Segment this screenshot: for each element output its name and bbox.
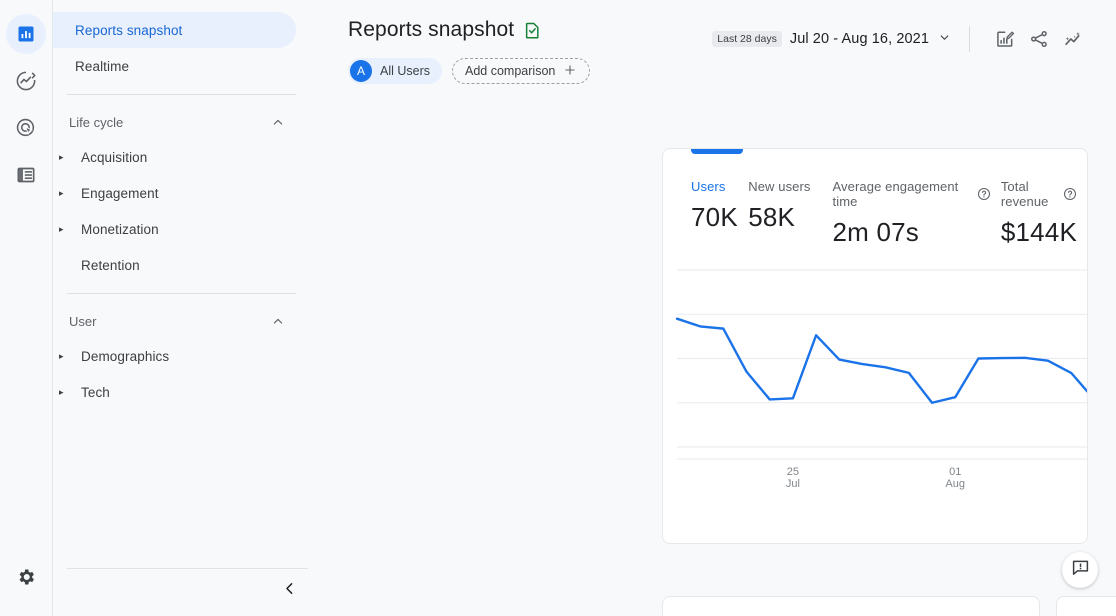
svg-text:Jul: Jul [786,478,800,490]
metric-label: New users [748,179,822,194]
icon-rail [0,0,52,616]
caret-right-icon: ▸ [59,153,73,162]
analytics-app: Reports snapshot Realtime Life cycle ▸ A… [0,0,1116,616]
plus-icon [563,63,577,80]
sidebar-item-label: Reports snapshot [75,23,182,38]
caret-right-icon: ▸ [59,225,73,234]
metric-label: Users [691,179,738,194]
sidebar-item-label: Demographics [81,349,169,364]
comparison-chips-row: A All Users Add comparison [348,58,712,84]
sidebar-item-engagement[interactable]: ▸ Engagement [53,175,296,211]
all-users-chip[interactable]: A All Users [348,58,442,84]
sidebar-item-label: Acquisition [81,150,147,165]
customize-report-icon[interactable] [990,24,1020,54]
sidebar-divider-1 [67,94,296,95]
collapse-nav-button[interactable] [276,578,302,604]
metric-value: 70K [691,202,738,233]
header-toolbar: Last 28 days Jul 20 - Aug 16, 2021 [712,18,1088,54]
metric-label-text: Total revenue [1001,179,1057,209]
date-range-badge: Last 28 days [712,31,782,47]
advertising-target-icon [15,117,37,139]
caret-right-icon: ▸ [59,352,73,361]
configure-list-icon [16,165,36,185]
svg-text:Aug: Aug [945,478,965,490]
main-content: Reports snapshot A All Users Add c [320,0,1116,616]
active-metric-indicator [691,149,743,154]
chart-svg: 02K4K6K8K25Jul01Aug0815 [663,254,1088,504]
sidebar-item-label: Tech [81,385,110,400]
sidebar-item-realtime[interactable]: Realtime [53,48,296,84]
add-comparison-label: Add comparison [465,64,555,78]
chevron-left-icon [281,580,298,602]
metric-label: Total revenue [1001,179,1077,209]
explore-icon [15,70,37,92]
metrics-row: Users 70K New users 58K Average engageme… [663,149,1087,248]
svg-text:01: 01 [949,466,961,478]
metric-total-revenue[interactable]: Total revenue $144K [1001,179,1087,248]
metric-users[interactable]: Users 70K [691,179,748,248]
rail-admin-button[interactable] [6,557,46,597]
caret-right-icon: ▸ [59,189,73,198]
sidebar-nav: Reports snapshot Realtime Life cycle ▸ A… [52,0,320,616]
help-icon[interactable] [1063,187,1077,201]
sidebar-item-label: Realtime [75,59,129,74]
avatar: A [350,60,372,82]
sidebar-item-label: Engagement [81,186,159,201]
metric-label-text: Average engagement time [833,179,971,209]
sidebar-section-life-cycle[interactable]: Life cycle [53,105,320,139]
metric-value: 2m 07s [833,217,991,248]
send-feedback-button[interactable] [1062,552,1098,588]
sidebar-item-label: Monetization [81,222,159,237]
users-line-chart[interactable]: 02K4K6K8K25Jul01Aug0815 [663,254,1087,504]
rail-reports-button[interactable] [6,14,46,54]
chevron-up-icon [270,313,286,329]
toolbar-divider [969,26,970,52]
metric-average-engagement-time[interactable]: Average engagement time 2m 07s [833,179,1001,248]
sidebar-item-reports-snapshot[interactable]: Reports snapshot [53,12,296,48]
sidebar-item-tech[interactable]: ▸ Tech [53,374,296,410]
sidebar-item-acquisition[interactable]: ▸ Acquisition [53,139,296,175]
metric-label-text: New users [748,179,810,194]
metric-label: Average engagement time [833,179,991,209]
sidebar-item-demographics[interactable]: ▸ Demographics [53,338,296,374]
sidebar-footer [53,568,320,616]
rail-configure-button[interactable] [6,155,46,195]
sidebar-divider-2 [67,293,296,294]
feedback-icon [1071,558,1090,582]
metric-value: $144K [1001,217,1077,248]
sidebar-divider-3 [67,568,308,569]
sidebar-item-monetization[interactable]: ▸ Monetization [53,211,296,247]
bottom-card-right[interactable] [1056,596,1116,616]
chevron-down-icon [938,31,951,48]
page-title-text: Reports snapshot [348,18,514,42]
date-range-selector[interactable]: Jul 20 - Aug 16, 2021 [790,31,951,48]
page-title: Reports snapshot [348,18,712,42]
insights-icon[interactable] [1058,24,1088,54]
gear-icon [16,567,36,587]
metric-label-text: Users [691,179,725,194]
all-users-chip-label: All Users [380,64,430,78]
date-range-text: Jul 20 - Aug 16, 2021 [790,31,929,47]
sidebar-item-retention[interactable]: Retention [53,247,296,283]
metric-value: 58K [748,202,822,233]
insights-file-icon[interactable] [523,21,542,40]
reports-icon [16,24,36,44]
rail-advertising-button[interactable] [6,108,46,148]
help-icon[interactable] [977,187,991,201]
bottom-card-left[interactable] [662,596,1040,616]
sidebar-section-label: Life cycle [69,115,123,130]
svg-text:25: 25 [787,466,799,478]
sidebar-item-label: Retention [81,258,140,273]
sidebar-section-user[interactable]: User [53,304,320,338]
page-header: Reports snapshot A All Users Add c [334,0,1088,84]
rail-explore-button[interactable] [6,61,46,101]
metric-new-users[interactable]: New users 58K [748,179,832,248]
sidebar-section-label: User [69,314,96,329]
add-comparison-button[interactable]: Add comparison [452,58,590,84]
users-overview-card: Users 70K New users 58K Average engageme… [662,148,1088,544]
title-block: Reports snapshot A All Users Add c [334,18,712,84]
chevron-up-icon [270,114,286,130]
caret-right-icon: ▸ [59,388,73,397]
share-icon[interactable] [1024,24,1054,54]
